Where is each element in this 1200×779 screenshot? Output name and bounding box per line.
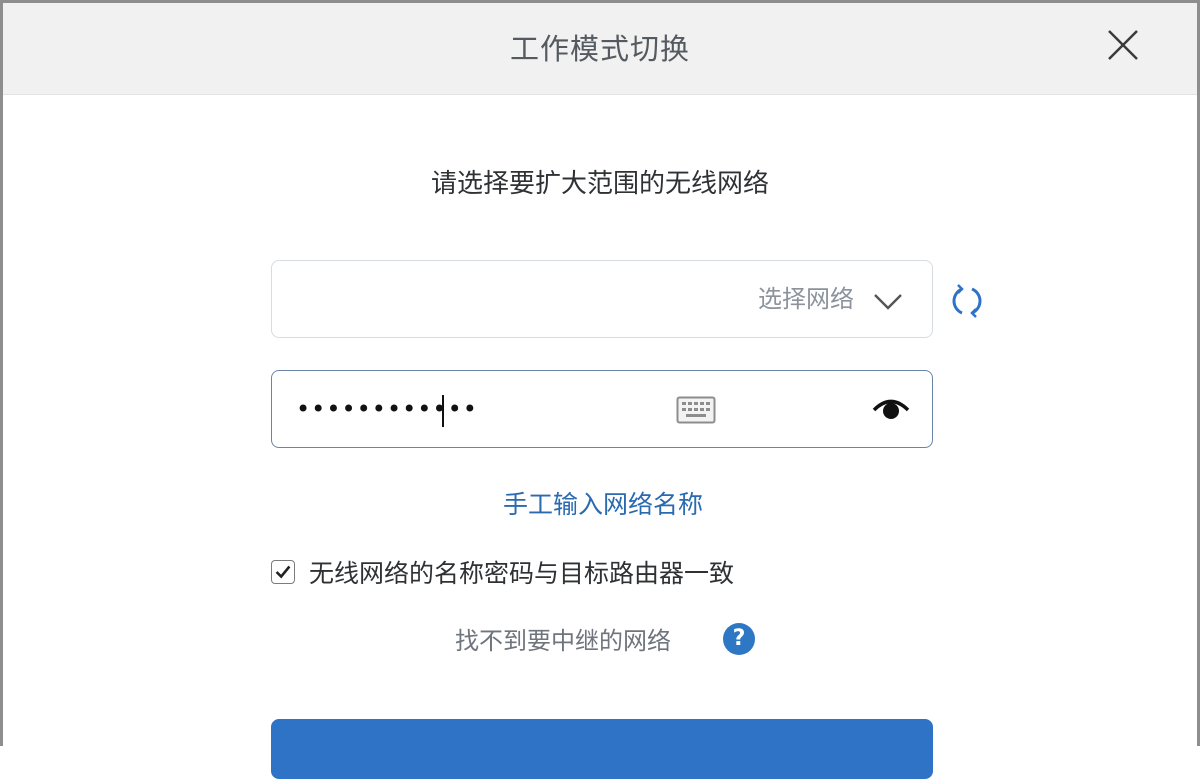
- primary-action-button[interactable]: [271, 719, 933, 779]
- refresh-icon[interactable]: [948, 282, 986, 320]
- keyboard-icon[interactable]: [676, 396, 716, 424]
- work-mode-dialog: 工作模式切换 请选择要扩大范围的无线网络 选择网络 •••••••••••• 手…: [0, 0, 1200, 779]
- chevron-down-icon: [874, 294, 902, 310]
- manual-network-name-link[interactable]: 手工输入网络名称: [3, 485, 1200, 521]
- help-icon[interactable]: ?: [723, 623, 755, 655]
- same-credentials-checkbox[interactable]: [271, 560, 295, 584]
- close-icon[interactable]: [1103, 25, 1143, 65]
- same-credentials-label[interactable]: 无线网络的名称密码与目标路由器一致: [309, 556, 734, 592]
- password-field[interactable]: ••••••••••••: [271, 370, 933, 448]
- network-prompt: 请选择要扩大范围的无线网络: [430, 169, 769, 199]
- password-value: ••••••••••••: [296, 395, 478, 423]
- dialog-title: 工作模式切换: [509, 32, 690, 66]
- network-select-placeholder: 选择网络: [758, 285, 854, 313]
- cannot-find-network-text[interactable]: 找不到要中继的网络: [455, 621, 671, 661]
- text-caret: [442, 395, 444, 427]
- dialog-header: 工作模式切换: [3, 3, 1197, 95]
- network-select[interactable]: 选择网络: [271, 260, 933, 338]
- eye-icon[interactable]: [872, 393, 910, 425]
